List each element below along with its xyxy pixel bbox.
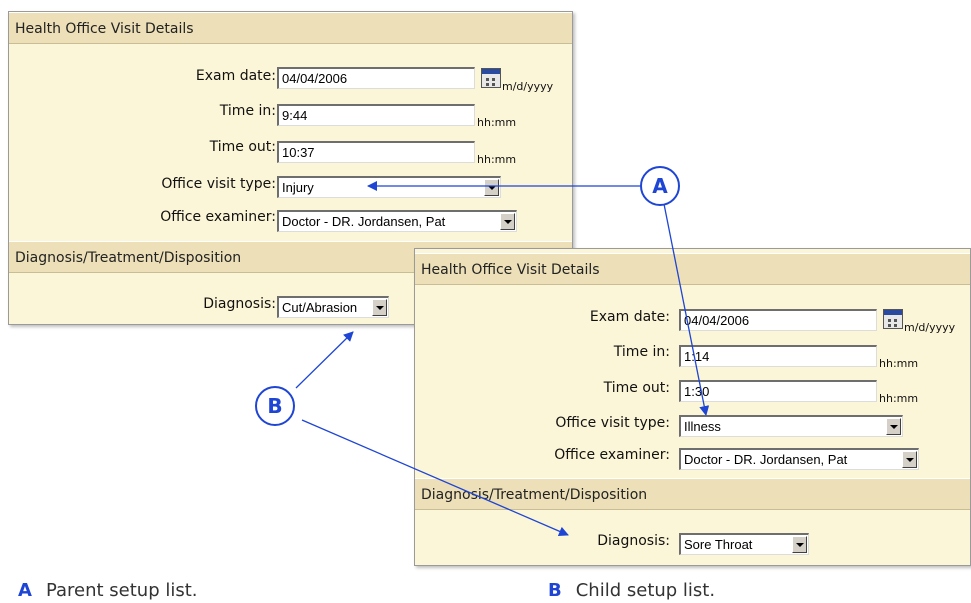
- legend-text-b: Child setup list.: [575, 580, 716, 601]
- diagnosis-select[interactable]: Sore Throat: [679, 533, 809, 555]
- time-out-input[interactable]: 10:37: [277, 141, 475, 163]
- child-visit-panel: Health Office Visit Details Exam date: 0…: [414, 248, 971, 566]
- panel-title: Health Office Visit Details: [9, 12, 572, 44]
- chevron-down-icon[interactable]: [500, 213, 515, 230]
- examiner-value: Doctor - DR. Jordansen, Pat: [282, 214, 446, 229]
- time-out-label: Time out:: [603, 380, 670, 396]
- time-format-hint: hh:mm: [477, 153, 517, 166]
- time-in-label: Time in:: [219, 103, 276, 119]
- time-out-input[interactable]: 1:30: [679, 380, 877, 402]
- chevron-down-icon[interactable]: [886, 418, 901, 435]
- chevron-down-icon[interactable]: [372, 299, 387, 316]
- diagnosis-label: Diagnosis:: [203, 296, 276, 312]
- examiner-label: Office examiner:: [160, 209, 276, 225]
- date-format-hint: m/d/yyyy: [904, 321, 956, 334]
- visit-type-value: Illness: [684, 419, 721, 434]
- date-format-hint: m/d/yyyy: [502, 80, 554, 93]
- exam-date-input[interactable]: 04/04/2006: [277, 67, 475, 89]
- chevron-down-icon[interactable]: [902, 451, 917, 468]
- visit-type-label: Office visit type:: [161, 176, 276, 192]
- diagnosis-select[interactable]: Cut/Abrasion: [277, 296, 389, 318]
- chevron-down-icon[interactable]: [484, 179, 499, 196]
- callout-b: B: [255, 386, 295, 426]
- calendar-icon[interactable]: [883, 309, 903, 329]
- examiner-select[interactable]: Doctor - DR. Jordansen, Pat: [679, 448, 919, 470]
- chevron-down-icon[interactable]: [792, 536, 807, 553]
- calendar-icon[interactable]: [481, 68, 501, 88]
- visit-type-select[interactable]: Injury: [277, 176, 501, 198]
- section-diagnosis-title: Diagnosis/Treatment/Disposition: [415, 478, 970, 510]
- legend-key-b: B: [548, 580, 562, 601]
- diagnosis-label: Diagnosis:: [597, 533, 670, 549]
- visit-type-label: Office visit type:: [555, 415, 670, 431]
- examiner-label: Office examiner:: [554, 447, 670, 463]
- time-format-hint: hh:mm: [879, 392, 919, 405]
- visit-type-select[interactable]: Illness: [679, 415, 903, 437]
- arrow-b-to-parent: [295, 331, 354, 389]
- time-out-label: Time out:: [209, 139, 276, 155]
- diagnosis-value: Cut/Abrasion: [282, 300, 358, 315]
- exam-date-label: Exam date:: [589, 309, 670, 325]
- legend-text-a: Parent setup list.: [45, 580, 198, 601]
- time-format-hint: hh:mm: [477, 116, 517, 129]
- time-in-label: Time in:: [613, 344, 670, 360]
- legend-item-b: B Child setup list.: [548, 580, 715, 601]
- exam-date-input[interactable]: 04/04/2006: [679, 309, 877, 331]
- time-in-input[interactable]: 1:14: [679, 345, 877, 367]
- examiner-select[interactable]: Doctor - DR. Jordansen, Pat: [277, 210, 517, 232]
- exam-date-label: Exam date:: [195, 68, 276, 84]
- legend-key-a: A: [18, 580, 32, 601]
- time-format-hint: hh:mm: [879, 357, 919, 370]
- examiner-value: Doctor - DR. Jordansen, Pat: [684, 452, 848, 467]
- time-in-input[interactable]: 9:44: [277, 104, 475, 126]
- visit-type-value: Injury: [282, 180, 314, 195]
- legend-item-a: A Parent setup list.: [18, 580, 198, 601]
- panel-title: Health Office Visit Details: [415, 253, 970, 285]
- diagnosis-value: Sore Throat: [684, 537, 753, 552]
- callout-a: A: [640, 166, 680, 206]
